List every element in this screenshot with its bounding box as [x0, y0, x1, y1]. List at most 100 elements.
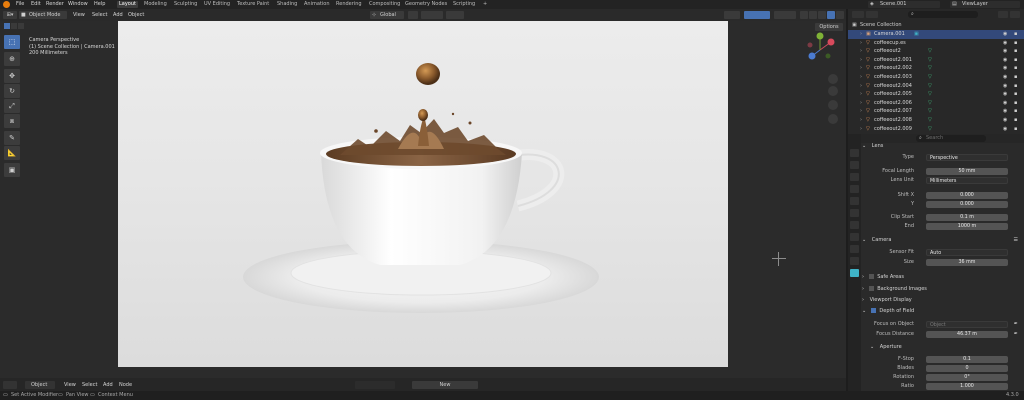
zoom-icon[interactable] — [828, 74, 838, 84]
render-tab-icon[interactable] — [850, 161, 859, 169]
eye-icon[interactable]: ◉ — [1003, 107, 1007, 116]
pan-hand-icon[interactable] — [828, 86, 838, 96]
eye-icon[interactable]: ◉ — [1003, 82, 1007, 91]
snap-icon[interactable] — [421, 11, 443, 19]
menu-render[interactable]: Render — [46, 1, 64, 8]
chevron-right-icon[interactable]: › — [860, 107, 862, 116]
size-field[interactable]: 36 mm — [926, 259, 1008, 266]
modifier-tab-icon[interactable] — [850, 233, 859, 241]
lens-section-header[interactable]: ⌄ Lens — [862, 141, 1022, 151]
render-toggle-icon[interactable]: ▪ — [1014, 39, 1017, 48]
dof-checkbox[interactable] — [870, 308, 876, 313]
scene-tab-icon[interactable] — [850, 197, 859, 205]
timeline-menu-node[interactable]: Node — [119, 382, 132, 389]
tab-layout[interactable]: Layout — [117, 1, 138, 8]
lens-unit-dropdown[interactable]: Millimeters — [926, 177, 1008, 184]
eye-icon[interactable]: ◉ — [1003, 47, 1007, 56]
mesh-data-icon[interactable]: ▽ — [928, 64, 932, 73]
pivot-icon[interactable] — [408, 11, 418, 19]
tab-animation[interactable]: Animation — [302, 1, 332, 8]
select-extend-icon[interactable] — [11, 23, 17, 29]
chevron-right-icon[interactable]: › — [860, 125, 862, 134]
eyedropper-icon[interactable]: ✒ — [1014, 330, 1018, 339]
eye-icon[interactable]: ◉ — [1003, 125, 1007, 134]
render-toggle-icon[interactable]: ▪ — [1014, 82, 1017, 91]
cursor-tool-icon[interactable]: ⊕ — [4, 52, 20, 66]
menu-add[interactable]: Add — [113, 12, 123, 19]
outliner-row[interactable]: › ▽ coffeeout2 ▽ ◉ ▪ — [848, 47, 1024, 56]
viewport-display-header[interactable]: › Viewport Display — [862, 295, 1022, 305]
mesh-data-icon[interactable]: ▽ — [928, 99, 932, 108]
chevron-right-icon[interactable]: › — [860, 73, 862, 82]
tab-texture-paint[interactable]: Texture Paint — [235, 1, 271, 8]
chevron-right-icon[interactable]: › — [860, 64, 862, 73]
options-button[interactable]: Options — [815, 23, 843, 31]
menu-help[interactable]: Help — [94, 1, 105, 8]
new-button[interactable]: New — [412, 381, 478, 389]
chevron-right-icon[interactable]: › — [860, 39, 862, 48]
output-tab-icon[interactable] — [850, 173, 859, 181]
background-images-checkbox[interactable] — [868, 286, 874, 291]
eye-icon[interactable]: ◉ — [1003, 99, 1007, 108]
timeline-menu-view[interactable]: View — [64, 382, 76, 389]
outliner-row[interactable]: › ▽ coffeeout2.002 ▽ ◉ ▪ — [848, 64, 1024, 73]
eye-icon[interactable]: ◉ — [1003, 116, 1007, 125]
chevron-right-icon[interactable]: › — [860, 30, 862, 39]
fstop-field[interactable]: 0.1 — [926, 356, 1008, 363]
mesh-data-icon[interactable]: ▽ — [928, 56, 932, 65]
tool-tab-icon[interactable] — [850, 149, 859, 157]
mesh-data-icon[interactable]: ▽ — [928, 116, 932, 125]
rotation-field[interactable]: 0° — [926, 374, 1008, 381]
render-toggle-icon[interactable]: ▪ — [1014, 125, 1017, 134]
outliner-row[interactable]: › ▽ coffeeout2.005 ▽ ◉ ▪ — [848, 90, 1024, 99]
safe-areas-header[interactable]: › Safe Areas — [862, 272, 1022, 282]
eye-icon[interactable]: ◉ — [1003, 73, 1007, 82]
move-tool-icon[interactable]: ✥ — [4, 69, 20, 83]
outliner-search-input[interactable]: ⌕ — [908, 11, 978, 18]
tab-modeling[interactable]: Modeling — [142, 1, 169, 8]
ortho-toggle-icon[interactable] — [828, 114, 838, 124]
outliner-editor-icon[interactable] — [852, 11, 864, 18]
timeline-menu-select[interactable]: Select — [82, 382, 97, 389]
list-menu-icon[interactable]: ☰ — [1014, 235, 1018, 245]
select-subtract-icon[interactable] — [18, 23, 24, 29]
outliner-row[interactable]: › ▽ coffeeout2.003 ▽ ◉ ▪ — [848, 73, 1024, 82]
mesh-data-icon[interactable]: ▽ — [928, 73, 932, 82]
focal-length-field[interactable]: 50 mm — [926, 168, 1008, 175]
shading-solid-icon[interactable] — [809, 11, 817, 19]
chevron-right-icon[interactable]: › — [860, 116, 862, 125]
select-mode-icons[interactable] — [4, 23, 24, 30]
timeline-mode-dropdown[interactable]: Object — [25, 381, 55, 389]
camera-data-tab-icon[interactable] — [850, 269, 859, 277]
shading-wireframe-icon[interactable] — [800, 11, 808, 19]
mesh-data-icon[interactable]: ▽ — [928, 107, 932, 116]
camera-view-icon[interactable] — [828, 100, 838, 110]
mesh-data-icon[interactable]: ▽ — [928, 82, 932, 91]
chevron-right-icon[interactable]: › — [860, 90, 862, 99]
eye-icon[interactable]: ◉ — [1003, 64, 1007, 73]
eyedropper-icon[interactable]: ✒ — [1014, 320, 1018, 329]
navigation-gizmo[interactable] — [800, 30, 840, 130]
gizmo-toggle-icon[interactable] — [744, 11, 770, 19]
tab-geometry-nodes[interactable]: Geometry Nodes — [403, 1, 449, 8]
scale-tool-icon[interactable]: ⤢ — [4, 99, 20, 113]
outliner-row[interactable]: › ▽ coffeeout2.001 ▽ ◉ ▪ — [848, 56, 1024, 65]
shift-x-field[interactable]: 0.000 — [926, 192, 1008, 199]
render-toggle-icon[interactable]: ▪ — [1014, 107, 1017, 116]
select-tool-icon[interactable]: ⬚ — [4, 35, 20, 49]
tab-rendering[interactable]: Rendering — [334, 1, 364, 8]
type-dropdown[interactable]: Perspective — [926, 154, 1008, 161]
outliner-row[interactable]: › ▽ coffeeout2.004 ▽ ◉ ▪ — [848, 82, 1024, 91]
ratio-field[interactable]: 1.000 — [926, 383, 1008, 390]
camera-section-header[interactable]: ⌄ Camera ☰ — [862, 235, 1022, 245]
render-toggle-icon[interactable]: ▪ — [1014, 56, 1017, 65]
outliner-row[interactable]: › ▽ coffeeout2.008 ▽ ◉ ▪ — [848, 116, 1024, 125]
overlay-toggle-icon[interactable] — [774, 11, 796, 19]
editor-type-icon-2[interactable] — [3, 381, 17, 389]
annotate-tool-icon[interactable]: ✎ — [4, 131, 20, 145]
visibility-icon[interactable] — [724, 11, 740, 19]
add-cube-tool-icon[interactable]: ▣ — [4, 163, 20, 177]
tab-uv-editing[interactable]: UV Editing — [202, 1, 232, 8]
tab-shading[interactable]: Shading — [275, 1, 299, 8]
render-toggle-icon[interactable]: ▪ — [1014, 99, 1017, 108]
